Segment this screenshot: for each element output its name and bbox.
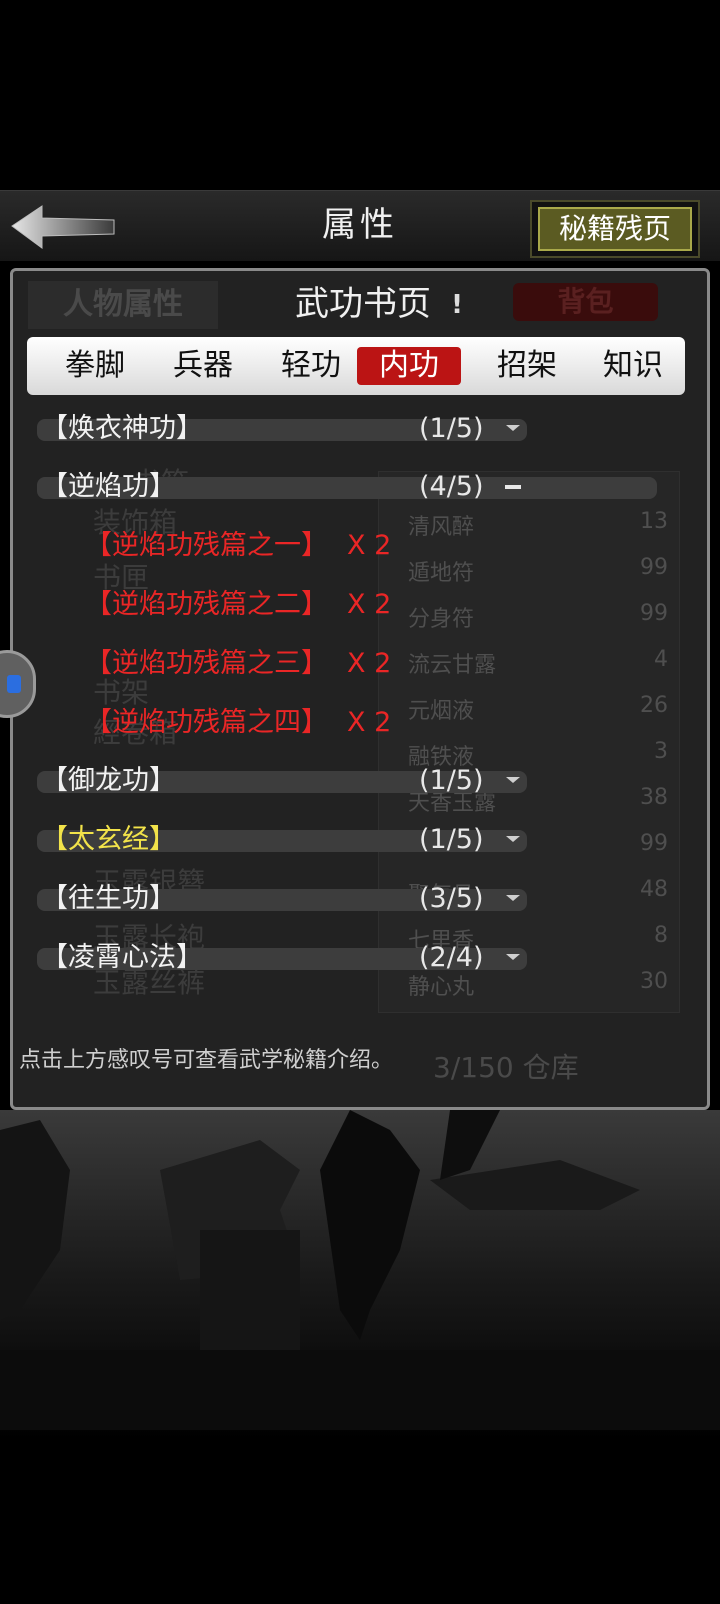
scene-silhouette [0, 1110, 720, 1440]
fragment-item[interactable]: 【逆焰功残篇之四】 [85, 703, 328, 743]
martial-book-panel: 人物属性 背包 清风醉 13 遁地符 99 分身符 99 流云甘露 4 元烟液 26 融铁… [10, 268, 710, 1110]
fragment-count: X 2 [347, 589, 392, 620]
fragment-item[interactable]: 【逆焰功残篇之二】 [85, 585, 328, 625]
bg-inventory-row: 分身符 99 [408, 601, 668, 632]
fragment-count: X 2 [347, 707, 392, 738]
bg-inventory-row: 遁地符 99 [408, 555, 668, 586]
book-title: 武功书页 [295, 284, 431, 324]
tab-fist-kick[interactable]: 拳脚 [43, 347, 147, 385]
tab-parry[interactable]: 招架 [475, 347, 579, 385]
skill-progress: (1/5) [419, 824, 484, 855]
tab-inner-skill[interactable]: 内功 [357, 347, 461, 385]
skill-progress: (2/4) [419, 942, 484, 973]
tab-knowledge[interactable]: 知识 [581, 347, 685, 385]
skill-name[interactable]: 【焕衣神功】 [41, 409, 203, 449]
skill-name[interactable]: 【逆焰功】 [41, 467, 176, 507]
bg-inventory-row: 清风醉 13 [408, 509, 668, 540]
skill-tab-bar: 拳脚 兵器 轻功 内功 招架 知识 [27, 337, 685, 395]
secret-pages-button[interactable]: 秘籍残页 [530, 200, 700, 258]
skill-progress: (4/5) [419, 471, 484, 502]
fragment-item[interactable]: 【逆焰功残篇之三】 [85, 644, 328, 684]
fragment-count: X 2 [347, 530, 392, 561]
chevron-down-icon[interactable] [503, 409, 523, 449]
chevron-down-icon[interactable] [503, 879, 523, 919]
info-exclamation-icon[interactable]: ! [445, 285, 469, 325]
skill-name[interactable]: 【太玄经】 [41, 820, 176, 860]
fragment-item[interactable]: 【逆焰功残篇之一】 [85, 526, 328, 566]
back-button[interactable] [8, 200, 118, 256]
skill-name[interactable]: 【凌霄心法】 [41, 938, 203, 978]
chevron-down-icon[interactable] [503, 820, 523, 860]
background-layer: 人物属性 背包 清风醉 13 遁地符 99 分身符 99 流云甘露 4 元烟液 26 融铁… [13, 271, 707, 1107]
chevron-down-icon[interactable] [503, 761, 523, 801]
back-arrow-icon [11, 205, 115, 249]
skill-name[interactable]: 【往生功】 [41, 879, 176, 919]
secret-pages-label: 秘籍残页 [538, 207, 692, 251]
top-status-area [0, 0, 720, 190]
tab-lightness[interactable]: 轻功 [259, 347, 363, 385]
collapse-icon[interactable] [505, 467, 521, 507]
skill-progress: (1/5) [419, 413, 484, 444]
skill-progress: (3/5) [419, 883, 484, 914]
bg-inventory-row: 元烟液 26 [408, 693, 668, 724]
tab-weapons[interactable]: 兵器 [151, 347, 255, 385]
skill-name[interactable]: 【御龙功】 [41, 761, 176, 801]
hint-text: 点击上方感叹号可查看武学秘籍介绍。 [19, 1048, 394, 1073]
bg-tab-character: 人物属性 [28, 281, 218, 329]
skill-progress: (1/5) [419, 765, 484, 796]
chevron-down-icon[interactable] [503, 938, 523, 978]
bg-inventory-row: 流云甘露 4 [408, 647, 668, 678]
page-title: 属性 [322, 205, 398, 245]
fragment-count: X 2 [347, 648, 392, 679]
assistant-icon [7, 675, 21, 693]
background-scene [0, 1110, 720, 1600]
bg-tab-bag: 背包 [513, 283, 658, 321]
